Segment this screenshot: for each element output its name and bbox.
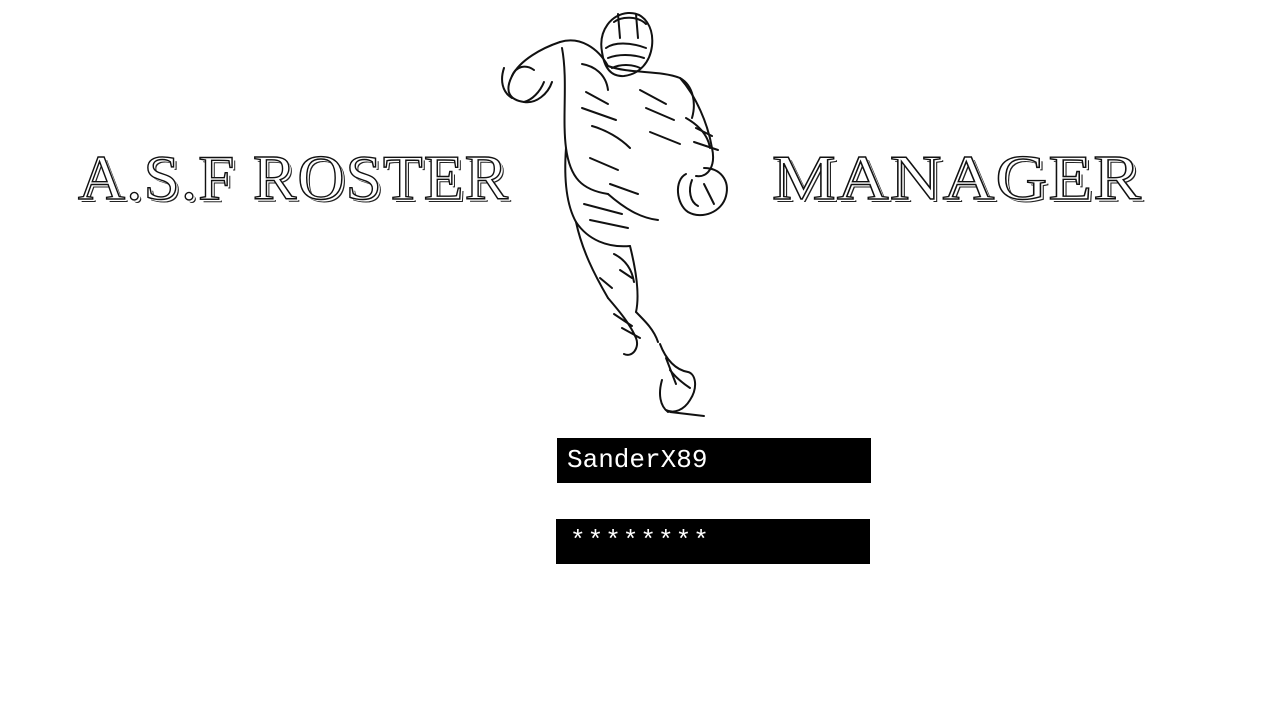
- app-title-left: A.S.F ROSTER: [77, 141, 510, 213]
- login-screen: A.S.F ROSTER MANAGER SanderX89 ********: [0, 0, 1280, 720]
- app-title-right: MANAGER: [771, 141, 1143, 213]
- football-player-icon: [501, 11, 728, 417]
- username-input[interactable]: [557, 438, 871, 483]
- password-input[interactable]: [556, 519, 870, 564]
